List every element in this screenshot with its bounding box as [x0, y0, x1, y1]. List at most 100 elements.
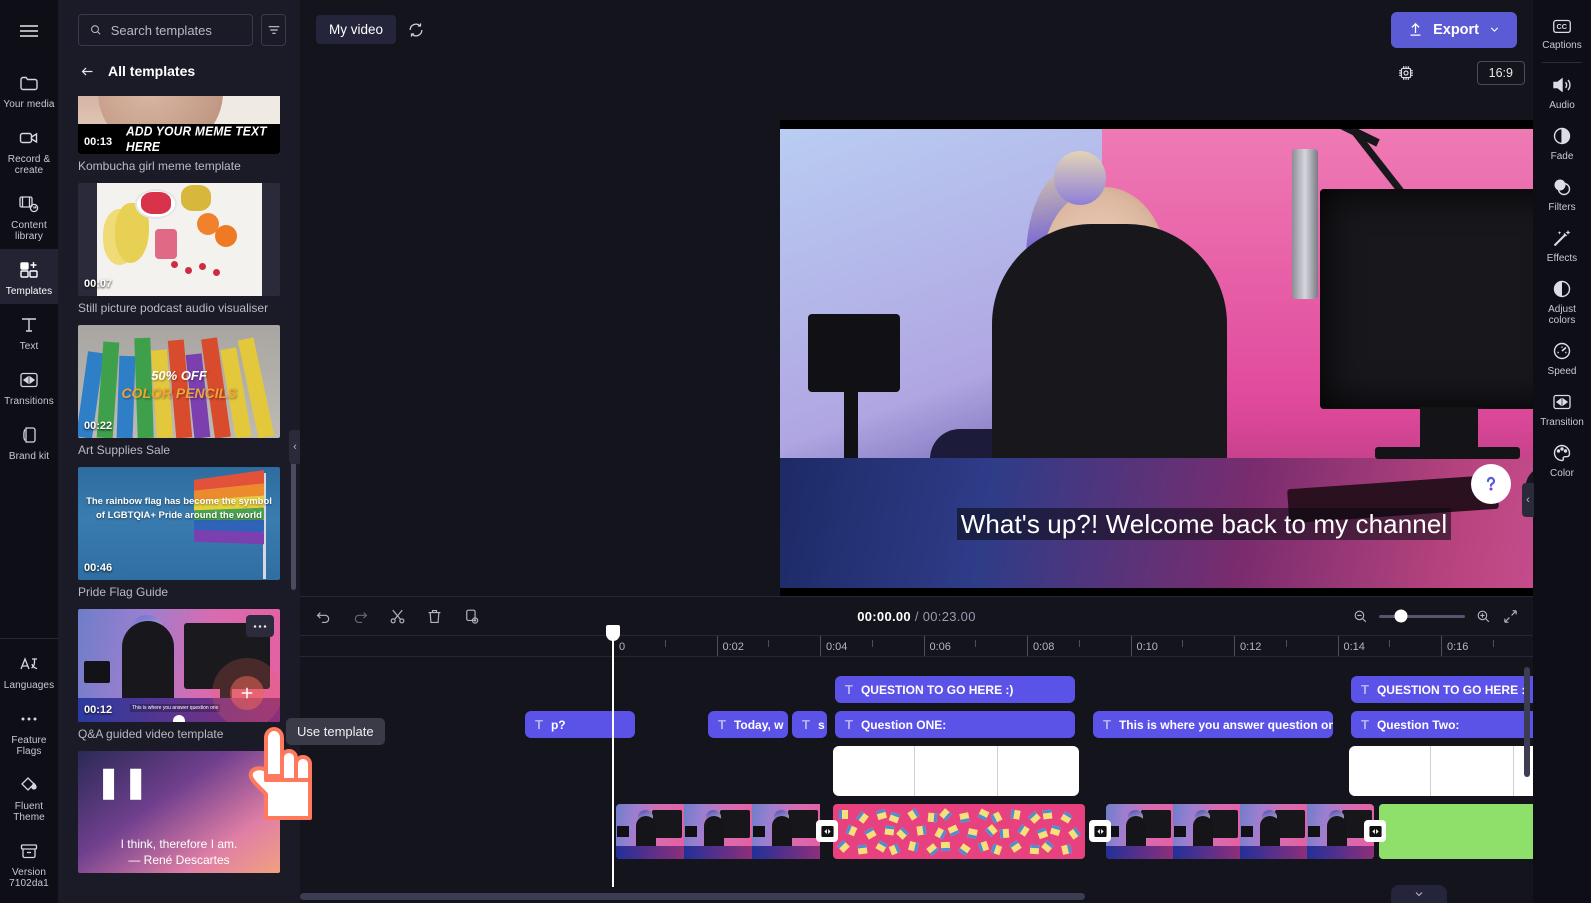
template-thumbnail[interactable]: ❚❚ I think, therefore I am. — René Desca…: [78, 751, 280, 873]
project-name-button[interactable]: My video: [316, 15, 397, 44]
right-item-audio[interactable]: Audio: [1533, 66, 1591, 117]
folder-icon: [20, 76, 38, 91]
template-card[interactable]: ADD YOUR MEME TEXT HERE 00:13 Kombucha g…: [78, 96, 280, 173]
template-card[interactable]: This is where you answer question one 00…: [78, 609, 280, 741]
collapse-timeline-button[interactable]: [1391, 885, 1447, 903]
zoom-out-button[interactable]: [1352, 608, 1369, 625]
video-thumbnail: [1173, 804, 1240, 859]
transition-marker[interactable]: [1089, 820, 1111, 842]
filter-button[interactable]: [261, 14, 286, 46]
template-thumbnail[interactable]: 50% OFF COLOR PENCILS 00:22: [78, 325, 280, 438]
zoom-slider[interactable]: [1379, 609, 1465, 623]
timeline-video-clip[interactable]: [1106, 804, 1374, 859]
timeline-text-clip[interactable]: T QUESTION TO GO HERE :): [835, 676, 1075, 703]
timeline-horizontal-scrollbar[interactable]: [300, 893, 1085, 900]
sidebar-item-version[interactable]: Version 7102da1: [0, 830, 58, 903]
text-icon: T: [845, 682, 853, 697]
template-card[interactable]: ❚❚ I think, therefore I am. — René Desca…: [78, 751, 280, 873]
template-preview-scrubber[interactable]: [173, 715, 185, 722]
sidebar-item-feature-flags[interactable]: Feature Flags: [0, 698, 58, 764]
speaker-icon: [1553, 77, 1571, 93]
timeline-video-clip[interactable]: [1379, 804, 1533, 859]
timeline-vertical-scrollbar[interactable]: [1524, 667, 1530, 777]
ruler-tick: 0:14: [1337, 636, 1365, 656]
plus-icon: [241, 687, 253, 699]
split-button[interactable]: [388, 607, 407, 626]
duplicate-button[interactable]: [462, 607, 481, 626]
video-caption-overlay[interactable]: What's up?! Welcome back to my channel: [780, 508, 1591, 540]
timeline-toolbar: 00:00.00 / 00:23.00: [300, 597, 1533, 635]
sidebar-item-languages[interactable]: Languages: [0, 643, 58, 698]
delete-button[interactable]: [425, 607, 444, 626]
template-thumbnail[interactable]: The rainbow flag has become the symbol o…: [78, 467, 280, 580]
aspect-ratio-button[interactable]: 16:9: [1476, 61, 1525, 85]
use-template-add-button[interactable]: [230, 676, 264, 710]
search-box[interactable]: [78, 14, 254, 46]
right-item-filters[interactable]: Filters: [1533, 168, 1591, 219]
collapse-right-panel-button[interactable]: ‹: [1522, 483, 1534, 517]
timeline-text-clip[interactable]: Tp?: [525, 711, 635, 738]
timeline-text-clip[interactable]: T This is where you answer question one: [1093, 711, 1333, 738]
sidebar-item-brand-kit[interactable]: Brand kit: [0, 414, 58, 469]
zoom-out-icon: [1354, 610, 1367, 622]
sync-status-button[interactable]: [406, 20, 426, 40]
sidebar-item-text[interactable]: Text: [0, 304, 58, 359]
right-item-captions[interactable]: CC Captions: [1533, 8, 1591, 57]
timeline-white-clip[interactable]: [833, 746, 1079, 796]
right-item-adjust-colors[interactable]: Adjust colors: [1533, 270, 1591, 332]
sidebar-item-record-create[interactable]: Record & create: [0, 117, 58, 183]
sidebar-item-templates[interactable]: Templates: [0, 249, 58, 304]
timeline-text-clip[interactable]: T Today, w: [708, 711, 788, 738]
right-item-transition[interactable]: Transition: [1533, 383, 1591, 434]
template-thumbnail[interactable]: ADD YOUR MEME TEXT HERE 00:13: [78, 96, 280, 154]
template-card[interactable]: 00:07 Still picture podcast audio visual…: [78, 183, 280, 315]
template-card[interactable]: The rainbow flag has become the symbol o…: [78, 467, 280, 599]
thumb-overlay-text-2: COLOR PENCILS: [121, 384, 237, 401]
hamburger-menu-button[interactable]: [9, 14, 49, 48]
video-thumbnail: [752, 804, 820, 859]
fit-to-screen-button[interactable]: [1502, 608, 1519, 625]
right-item-effects[interactable]: Effects: [1533, 219, 1591, 270]
scene-microphone: [1292, 149, 1318, 299]
video-player[interactable]: What's up?! Welcome back to my channel: [780, 120, 1591, 597]
zoom-slider-knob[interactable]: [1394, 609, 1408, 623]
sidebar-item-fluent-theme[interactable]: Fluent Theme: [0, 764, 58, 830]
timeline-text-clip[interactable]: T Question Two:: [1351, 711, 1533, 738]
templates-list[interactable]: ADD YOUR MEME TEXT HERE 00:13 Kombucha g…: [58, 96, 300, 903]
right-item-color[interactable]: Color: [1533, 434, 1591, 485]
sidebar-item-transitions[interactable]: Transitions: [0, 359, 58, 414]
template-thumbnail[interactable]: 00:07: [78, 183, 280, 296]
timeline-white-clip[interactable]: [1349, 746, 1533, 796]
collapse-panel-button[interactable]: ‹: [289, 430, 300, 464]
undo-button[interactable]: [314, 607, 333, 626]
ellipsis-icon: [253, 624, 267, 628]
search-icon: [91, 25, 101, 35]
transition-marker[interactable]: [1364, 820, 1386, 842]
hamburger-icon: [20, 25, 38, 37]
caption-text: What's up?! Welcome back to my channel: [956, 508, 1452, 540]
sidebar-item-content-library[interactable]: Content library: [0, 183, 58, 249]
timeline-ruler[interactable]: 00:020:040:060:080:100:120:140:160:180:2…: [300, 635, 1533, 657]
timeline-text-clip[interactable]: T QUESTION TO GO HERE :): [1351, 676, 1533, 703]
rail-divider: [0, 638, 58, 639]
search-input[interactable]: [110, 22, 243, 38]
export-button[interactable]: Export: [1391, 11, 1517, 48]
timeline-text-clip[interactable]: T Question ONE:: [835, 711, 1075, 738]
template-thumbnail[interactable]: This is where you answer question one 00…: [78, 609, 280, 722]
transition-marker[interactable]: [816, 820, 838, 842]
sidebar-item-your-media[interactable]: Your media: [0, 62, 58, 117]
right-item-speed[interactable]: Speed: [1533, 332, 1591, 383]
timeline-video-clip[interactable]: [833, 804, 1085, 859]
timeline-video-clip[interactable]: [616, 804, 824, 859]
redo-button[interactable]: [351, 607, 370, 626]
template-card[interactable]: 50% OFF COLOR PENCILS 00:22 Art Supplies…: [78, 325, 280, 457]
zoom-in-button[interactable]: [1475, 608, 1492, 625]
help-button[interactable]: [1471, 464, 1511, 504]
timeline-clip-label: Today, w: [733, 717, 784, 732]
back-button[interactable]: [78, 62, 96, 80]
timeline-text-clip[interactable]: Ts: [792, 711, 827, 738]
render-settings-button[interactable]: [1395, 62, 1417, 84]
template-more-options-button[interactable]: [246, 615, 274, 637]
templates-scrollbar[interactable]: [291, 460, 296, 590]
right-item-fade[interactable]: Fade: [1533, 117, 1591, 168]
